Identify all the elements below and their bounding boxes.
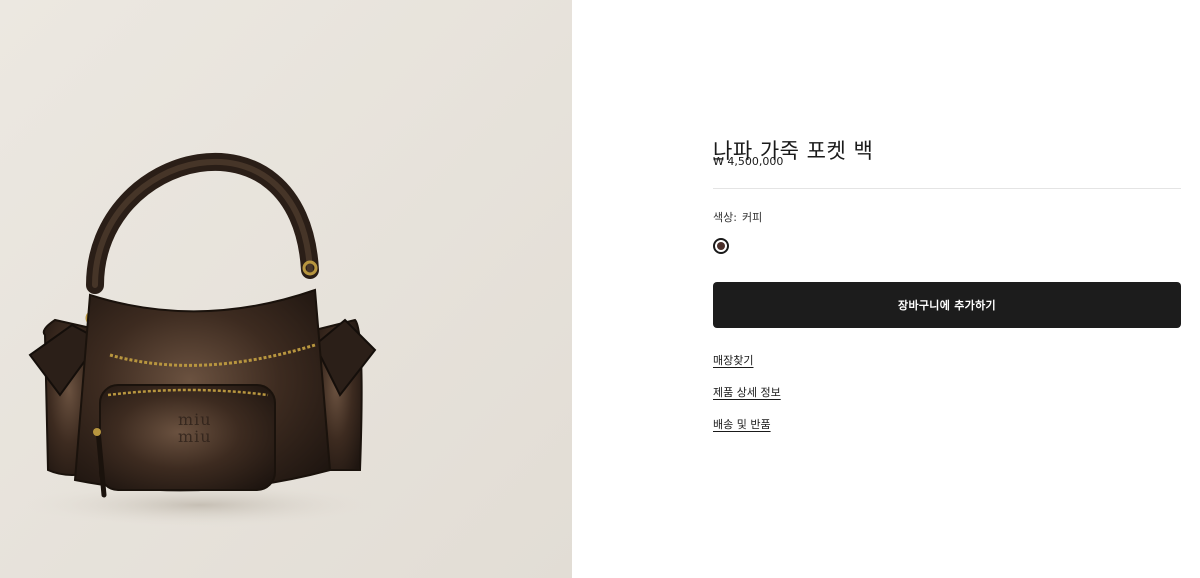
color-selection-label: 색상: 커피: [713, 209, 762, 225]
product-price: ₩ 4,500,000: [713, 155, 784, 168]
find-store-link[interactable]: 매장찾기: [713, 352, 753, 368]
color-label: 색상:: [713, 211, 737, 224]
product-image: miu miu: [0, 0, 572, 578]
divider: [713, 188, 1181, 189]
color-value: 커피: [741, 211, 763, 224]
shipping-returns-link[interactable]: 배송 및 반품: [713, 416, 771, 432]
product-info-panel: 나파 가죽 포켓 백 ₩ 4,500,000 색상: 커피 장바구니에 추가하기 …: [713, 0, 1181, 578]
add-to-cart-button[interactable]: 장바구니에 추가하기: [713, 282, 1181, 328]
swatch-dot: [717, 242, 725, 250]
color-swatch-coffee[interactable]: [713, 238, 729, 254]
product-details-link[interactable]: 제품 상세 정보: [713, 384, 781, 400]
svg-text:miu: miu: [178, 427, 212, 446]
